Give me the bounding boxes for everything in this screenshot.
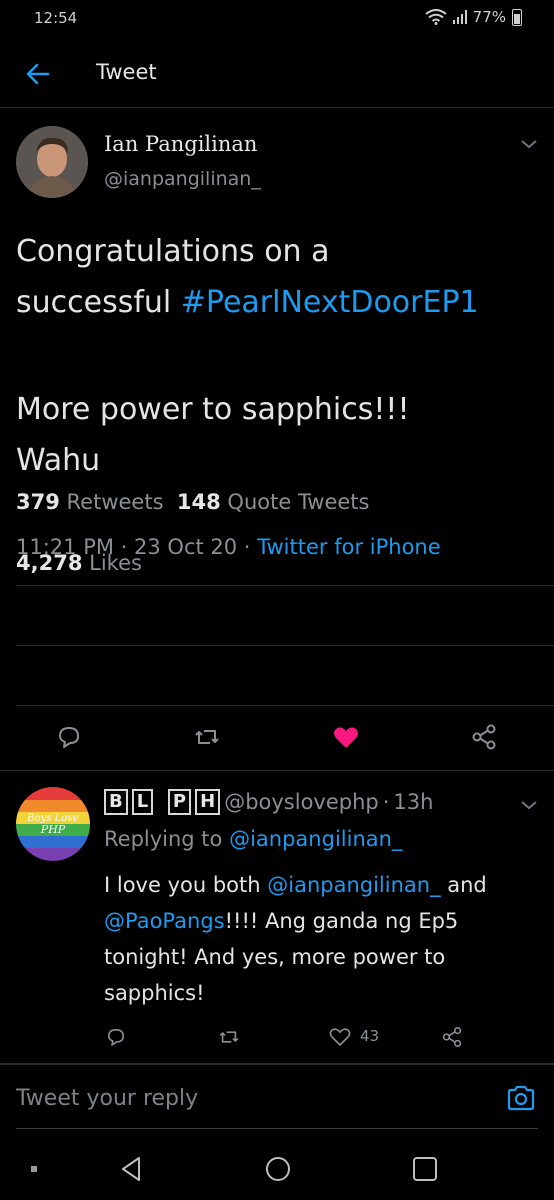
reply-age: 13h — [393, 790, 434, 814]
home-circle-icon[interactable] — [264, 1155, 292, 1183]
page-title: Tweet — [96, 60, 157, 84]
reply-like-count: 43 — [360, 1027, 380, 1045]
reply-text-part: I love you both — [104, 873, 268, 897]
reply-tweet[interactable]: Boys Love PHP BL PH @boyslovephp · 13h R… — [0, 770, 554, 1065]
share-icon[interactable] — [440, 1025, 464, 1049]
input-underline — [16, 1128, 538, 1129]
svg-text:PHP: PHP — [40, 823, 66, 836]
tweet-text-line: Wahu — [16, 443, 101, 478]
quotes-count: 148 — [176, 490, 221, 514]
back-triangle-icon[interactable] — [117, 1155, 145, 1183]
tweet-date: 23 Oct 20 — [134, 535, 238, 559]
hashtag-link[interactable]: #PearlNextDoorEP1 — [181, 285, 479, 320]
reply-text: I love you both @ianpangilinan_ and @Pao… — [104, 867, 544, 1011]
retweet-icon[interactable] — [217, 1025, 241, 1049]
quote-tweets-link[interactable]: 148 Quote Tweets — [177, 490, 370, 514]
name-letter-box: P — [167, 789, 192, 815]
mention-link[interactable]: @PaoPangs — [104, 909, 225, 933]
heart-outline-icon[interactable] — [328, 1025, 352, 1049]
mention-link[interactable]: @ianpangilinan_ — [267, 873, 440, 897]
author-name[interactable]: Ian Pangilinan — [104, 132, 257, 156]
reply-icon[interactable] — [54, 722, 84, 752]
likes-stats: 4,278 Likes — [16, 551, 142, 575]
system-nav-bar — [0, 1133, 554, 1200]
overview-square-icon[interactable] — [411, 1155, 439, 1183]
divider — [16, 645, 554, 646]
retweet-icon[interactable] — [192, 722, 222, 752]
chevron-down-icon[interactable] — [520, 138, 538, 150]
divider — [16, 585, 554, 586]
tweet-text-line: Congratulations on a — [16, 234, 330, 269]
divider — [16, 705, 554, 706]
camera-icon[interactable] — [506, 1084, 536, 1112]
retweet-stats: 379 Retweets 148 Quote Tweets — [16, 490, 369, 514]
replying-to-mention[interactable]: @ianpangilinan_ — [229, 827, 402, 851]
status-time: 12:54 — [34, 9, 78, 27]
heart-icon[interactable] — [331, 722, 361, 752]
reply-composer — [0, 1063, 554, 1133]
signal-icon — [452, 10, 467, 24]
retweets-link[interactable]: 379 Retweets — [16, 490, 164, 514]
author-handle[interactable]: @ianpangilinan_ — [104, 168, 261, 190]
likes-label: Likes — [89, 551, 142, 575]
tweet-action-bar — [0, 712, 554, 762]
replying-prefix: Replying to — [104, 827, 223, 851]
reply-avatar[interactable]: Boys Love PHP — [16, 787, 90, 861]
reply-handle[interactable]: @boyslovephp — [224, 790, 379, 814]
back-arrow-icon[interactable] — [22, 58, 54, 90]
share-icon[interactable] — [469, 722, 499, 752]
name-letter-box: L — [131, 789, 154, 815]
reply-header: BL PH @boyslovephp · 13h — [104, 789, 433, 815]
battery-percent: 77% — [472, 8, 506, 26]
retweets-label: Retweets — [66, 490, 164, 514]
reply-text-part: and — [440, 873, 487, 897]
tweet-text-line: More power to sapphics!!! — [16, 392, 410, 427]
tweet-text: Congratulations on a successful #PearlNe… — [16, 226, 536, 486]
retweets-count: 379 — [16, 490, 60, 514]
likes-count: 4,278 — [16, 551, 83, 575]
likes-link[interactable]: 4,278 Likes — [16, 551, 142, 575]
tweet-source[interactable]: Twitter for iPhone — [257, 535, 441, 559]
chevron-down-icon[interactable] — [520, 799, 538, 811]
reply-action-bar: 43 — [104, 1023, 524, 1053]
status-icons: 77% — [425, 8, 522, 26]
status-bar: 12:54 77% — [0, 0, 554, 36]
replying-to: Replying to @ianpangilinan_ — [104, 827, 402, 851]
header: Tweet — [0, 40, 554, 108]
quotes-label: Quote Tweets — [227, 490, 370, 514]
recents-dot-icon[interactable] — [20, 1155, 48, 1183]
tweet-text-line: successful — [16, 285, 181, 320]
battery-icon — [512, 8, 522, 26]
name-letter-box: H — [195, 789, 221, 815]
name-letter-box: B — [104, 789, 128, 815]
reply-icon[interactable] — [104, 1025, 128, 1049]
avatar-image — [16, 126, 88, 198]
wifi-icon — [425, 9, 447, 25]
author-avatar[interactable] — [16, 126, 88, 198]
rainbow-avatar-image: Boys Love PHP — [16, 787, 90, 861]
reply-input[interactable] — [16, 1076, 486, 1120]
